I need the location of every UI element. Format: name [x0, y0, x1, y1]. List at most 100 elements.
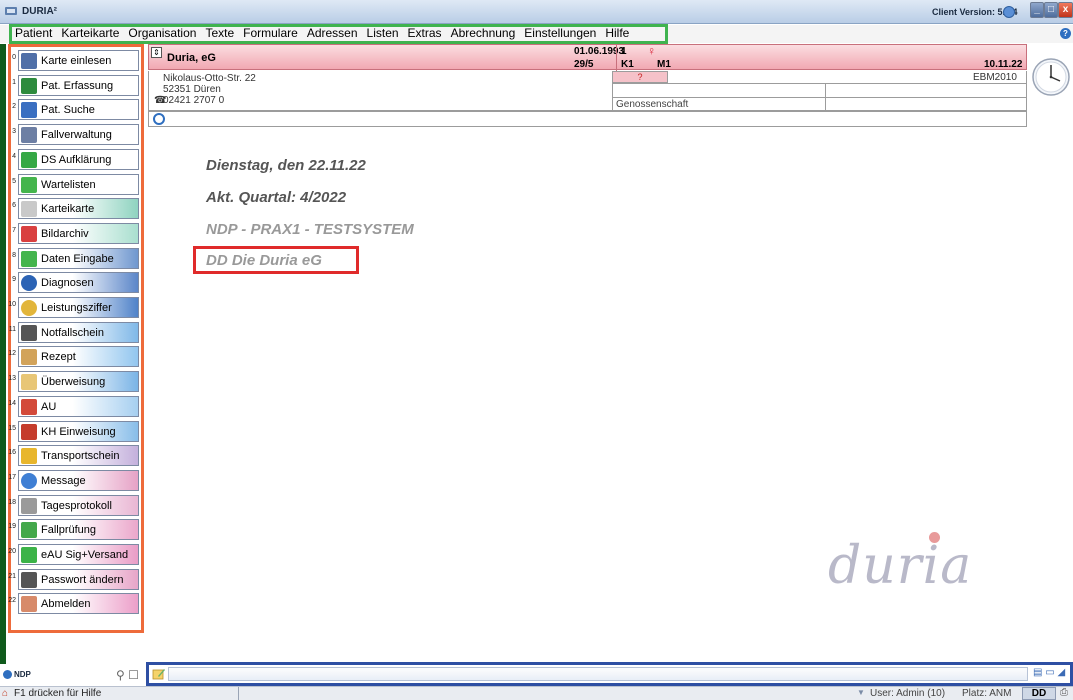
- sidebar-button-body[interactable]: Abmelden: [18, 593, 139, 615]
- status-bar: ⌂ F1 drücken für Hilfe ▼ User: Admin (10…: [0, 686, 1073, 700]
- edit-icon[interactable]: [152, 667, 166, 681]
- sidebar-item-message[interactable]: 17 Message: [8, 469, 140, 491]
- sidebar-item-pat-suche[interactable]: 2 Pat. Suche: [8, 98, 140, 121]
- minimize-button[interactable]: _: [1030, 2, 1044, 18]
- sidebar-button-body[interactable]: Leistungsziffer: [18, 297, 139, 318]
- sidebar-button-body[interactable]: Karteikarte: [18, 198, 139, 220]
- sidebar-item-abmelden[interactable]: 22 Abmelden: [8, 592, 140, 615]
- patient-name[interactable]: Duria, eG: [167, 52, 216, 64]
- sidebar-item-fallpr-fung[interactable]: 19 Fallprüfung: [8, 518, 140, 541]
- green-plus-icon: [21, 250, 37, 267]
- users-logout-icon: [21, 596, 37, 613]
- grid-line: [612, 97, 1026, 98]
- dropdown-arrow-icon[interactable]: ▼: [857, 688, 865, 697]
- close-button[interactable]: x: [1058, 2, 1073, 18]
- insurance-status-field[interactable]: ?: [612, 71, 668, 83]
- window-title: DURIA²: [22, 6, 57, 17]
- sidebar-item-transportschein[interactable]: 16 Transportschein: [8, 444, 140, 467]
- sidebar-item-label: Fallverwaltung: [41, 129, 112, 142]
- sidebar-button-body[interactable]: KH Einweisung: [18, 420, 139, 442]
- sidebar-button-body[interactable]: Fallverwaltung: [18, 124, 139, 146]
- sidebar-button-body[interactable]: Passwort ändern: [18, 568, 139, 590]
- sidebar-item-wartelisten[interactable]: 5 Wartelisten: [8, 173, 140, 195]
- version-info-icon[interactable]: [1003, 6, 1015, 18]
- coin-icon: [21, 300, 37, 316]
- sidebar-item-bildarchiv[interactable]: 7 Bildarchiv: [8, 222, 140, 244]
- sidebar-item-rezept[interactable]: 12 Rezept: [8, 345, 140, 368]
- sidebar-item-number: 8: [12, 251, 16, 259]
- sidebar-item-number: 7: [12, 226, 16, 234]
- sidebar-button-body[interactable]: Pat. Erfassung: [18, 74, 139, 96]
- sidebar-button-body[interactable]: Karte einlesen: [18, 50, 139, 71]
- sidebar-button-body[interactable]: Diagnosen: [18, 272, 139, 294]
- sidebar-button-body[interactable]: Rezept: [18, 346, 139, 368]
- sidebar-item-diagnosen[interactable]: 9 Diagnosen: [8, 271, 140, 294]
- sidebar-button-body[interactable]: eAU Sig+Versand: [18, 544, 139, 565]
- protocol-icon: [21, 497, 37, 514]
- sidebar-button-body[interactable]: Daten Eingabe: [18, 247, 139, 269]
- maximize-button[interactable]: □: [1044, 2, 1058, 18]
- patient-name-row: ⇕ Duria, eG 01.06.1993 29/5 1 ♀ K1 M1 10…: [148, 44, 1027, 71]
- magnifier-icon: [21, 102, 37, 119]
- sidebar-button-body[interactable]: DS Aufklärung: [18, 148, 139, 170]
- sidebar-item-tagesprotokoll[interactable]: 18 Tagesprotokoll: [8, 494, 140, 516]
- sidebar-button-body[interactable]: Bildarchiv: [18, 222, 139, 244]
- sidebar-item-number: 10: [8, 301, 16, 308]
- sidebar-item-ds-aufkl-rung[interactable]: 4 DS Aufklärung: [8, 148, 140, 170]
- sidebar-item-passwort-ndern[interactable]: 21 Passwort ändern: [8, 568, 140, 590]
- sidebar-item-label: KH Einweisung: [41, 425, 116, 438]
- command-bar: ▤ ▭ ◢: [146, 662, 1073, 686]
- help-icon[interactable]: ?: [1060, 28, 1071, 39]
- sidebar-item-eau-sig-versand[interactable]: 20 eAU Sig+Versand: [8, 543, 140, 565]
- sidebar-button-body[interactable]: Pat. Suche: [18, 99, 139, 121]
- diagnosis-d-icon: [21, 275, 37, 292]
- command-input[interactable]: [168, 667, 1028, 681]
- left-accent-strip: [0, 44, 6, 664]
- status-dd-badge[interactable]: DD: [1022, 687, 1056, 700]
- ndp-logo-icon: [3, 670, 12, 679]
- status-place: Platz: ANM: [962, 688, 1012, 699]
- sidebar-item-kh-einweisung[interactable]: 15 KH Einweisung: [8, 420, 140, 442]
- command-bar-tools-icon[interactable]: ▤ ▭ ◢: [1033, 667, 1065, 678]
- sidebar-item-leistungsziffer[interactable]: 10 Leistungsziffer: [8, 296, 140, 318]
- sidebar-item-label: Bildarchiv: [41, 227, 89, 240]
- sidebar-button-body[interactable]: Tagesprotokoll: [18, 494, 139, 516]
- sidebar-item-label: Passwort ändern: [41, 573, 124, 586]
- sidebar-button-body[interactable]: Fallprüfung: [18, 519, 139, 541]
- sidebar-item-number: 18: [8, 498, 16, 506]
- pen-icon: [21, 324, 37, 341]
- sidebar-item-label: Leistungsziffer: [41, 302, 112, 314]
- sidebar-item--berweisung[interactable]: 13 Überweisung: [8, 370, 140, 393]
- status-circle-icon[interactable]: [153, 113, 165, 125]
- title-bar: DURIA² Client Version: 5.9.4 _ □ x: [0, 0, 1073, 24]
- sidebar-button-body[interactable]: Überweisung: [18, 371, 139, 393]
- sidebar-button-body[interactable]: Wartelisten: [18, 173, 139, 195]
- sidebar-item-karte-einlesen[interactable]: 0 Karte einlesen: [8, 49, 140, 71]
- sidebar-button-body[interactable]: Transportschein: [18, 445, 139, 467]
- sidebar-item-label: Daten Eingabe: [41, 252, 114, 265]
- sidebar-tools-icon[interactable]: ⚲ ☐: [116, 668, 139, 682]
- case-icon: [21, 127, 37, 144]
- card-reader-icon: [21, 53, 37, 69]
- patient-status-row: [148, 111, 1027, 127]
- clock-icon: [1032, 58, 1070, 96]
- hospital-icon: [21, 423, 37, 440]
- printer-icon[interactable]: ⎙: [1060, 687, 1068, 698]
- sidebar-item-fallverwaltung[interactable]: 3 Fallverwaltung: [8, 123, 140, 146]
- sidebar-button-body[interactable]: Notfallschein: [18, 321, 139, 343]
- menu-bar-highlight: [9, 24, 668, 44]
- sidebar-item-number: 2: [12, 103, 16, 111]
- sidebar-button-body[interactable]: AU: [18, 395, 139, 417]
- sidebar-item-number: 21: [8, 572, 16, 580]
- sidebar-item-daten-eingabe[interactable]: 8 Daten Eingabe: [8, 247, 140, 269]
- sidebar-item-au[interactable]: 14 AU: [8, 395, 140, 417]
- sidebar-item-karteikarte[interactable]: 6 Karteikarte: [8, 197, 140, 220]
- sidebar-button-body[interactable]: Message: [18, 469, 139, 491]
- status-user: User: Admin (10): [870, 688, 946, 699]
- sidebar-item-notfallschein[interactable]: 11 Notfallschein: [8, 321, 140, 343]
- sidebar-item-pat-erfassung[interactable]: 1 Pat. Erfassung: [8, 74, 140, 96]
- expand-toggle-icon[interactable]: ⇕: [151, 47, 162, 58]
- ebm-label: EBM2010: [973, 72, 1017, 83]
- sidebar-item-label: Karteikarte: [41, 203, 95, 216]
- female-symbol-icon: ♀: [647, 44, 656, 58]
